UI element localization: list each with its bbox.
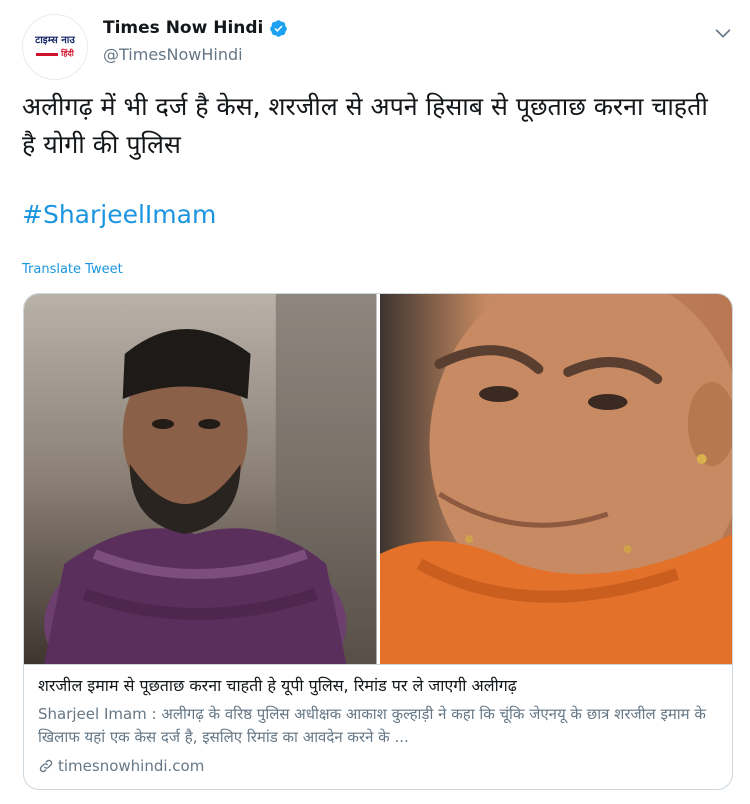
card-link[interactable]: timesnowhindi.com (38, 757, 204, 775)
avatar[interactable]: टाइम्स नाउ हिंदी (22, 14, 88, 80)
logo-text: टाइम्स नाउ (35, 35, 75, 46)
card-description: Sharjeel Imam : अलीगढ़ के वरिष्ठ पुलिस अ… (38, 705, 706, 746)
link-card[interactable]: शरजील इमाम से पूछताछ करना चाहती हे यूपी … (23, 293, 733, 790)
chevron-down-icon[interactable] (712, 22, 734, 44)
card-image-left (24, 294, 377, 664)
logo-line (36, 52, 59, 56)
card-images (24, 294, 732, 664)
display-name[interactable]: Times Now Hindi (103, 18, 263, 38)
card-image-right (379, 294, 732, 664)
tweet-text: अलीगढ़ में भी दर्ज है केस, शरजील से अपने… (22, 92, 708, 159)
link-icon (39, 759, 53, 773)
translate-tweet-link[interactable]: Translate Tweet (22, 262, 123, 277)
name-row: Times Now Hindi (103, 18, 288, 38)
logo-bar: हिंदी (36, 49, 74, 59)
tweet: टाइम्स नाउ हिंदी Times Now Hindi @TimesN… (0, 0, 750, 804)
handle[interactable]: @TimesNowHindi (103, 45, 243, 64)
verified-badge-icon (270, 19, 288, 37)
card-body: शरजील इमाम से पूछताछ करना चाहती हे यूपी … (24, 664, 732, 789)
card-domain: timesnowhindi.com (58, 757, 205, 775)
card-title[interactable]: शरजील इमाम से पूछताछ करना चाहती हे यूपी … (38, 674, 722, 696)
hashtag-link[interactable]: #SharjeelImam (22, 200, 216, 229)
logo-subtext: हिंदी (61, 49, 74, 58)
